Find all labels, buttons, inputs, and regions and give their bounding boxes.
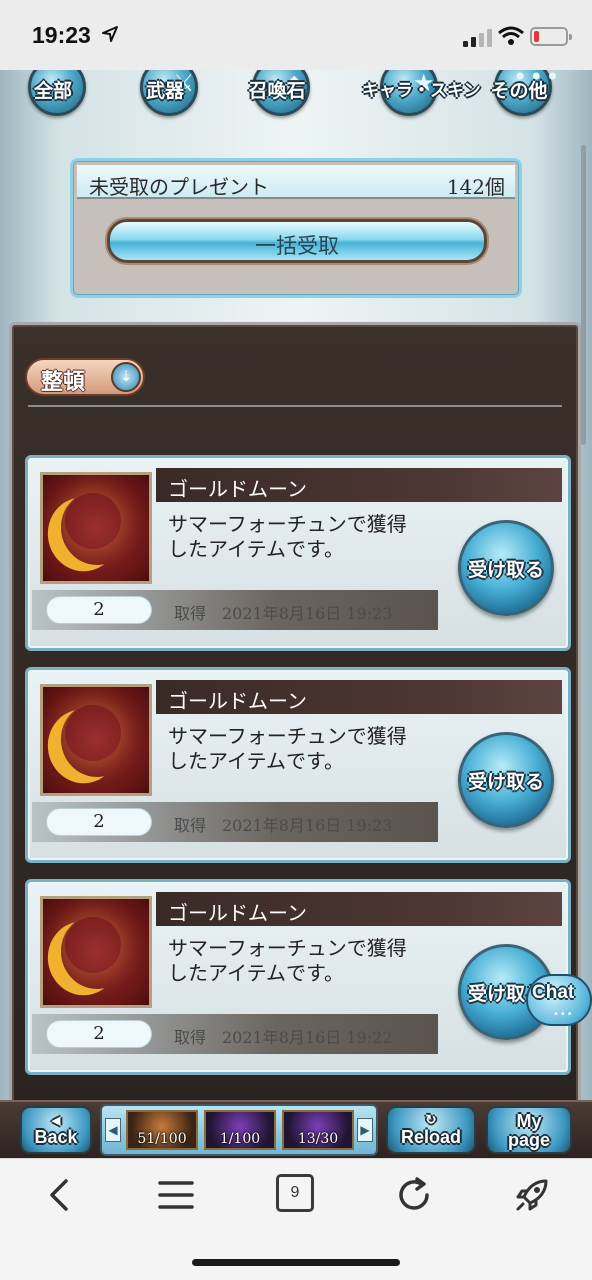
tab-all-label: 全部 xyxy=(33,80,72,102)
receive-button-label: 受け取る xyxy=(467,559,544,581)
chat-label: Chat xyxy=(532,982,575,1003)
browser-toolbar: 9 xyxy=(0,1158,592,1280)
unreceived-presents-box: 未受取のプレゼント 142個 一括受取 xyxy=(70,158,522,298)
gold-moon-icon xyxy=(40,472,152,584)
item-name-bar: ゴールドムーン xyxy=(156,680,562,714)
item-name: ゴールドムーン xyxy=(168,901,307,925)
item-quantity: 2 xyxy=(46,596,152,624)
tab-summon-stones-label: 召喚石 xyxy=(248,80,306,102)
item-description: サマーフォーチュンで獲得 したアイテムです。 xyxy=(168,936,458,986)
item-name: ゴールドムーン xyxy=(168,689,307,713)
bulk-receive-button[interactable]: 一括受取 xyxy=(107,219,487,263)
chevron-left-icon[interactable]: ◀ xyxy=(105,1118,121,1142)
back-icon[interactable] xyxy=(40,1175,80,1215)
tab-summon-stones[interactable]: ◆ 召喚石 xyxy=(234,70,320,124)
rocket-icon[interactable] xyxy=(512,1175,552,1215)
tab-others[interactable]: ••• その他 xyxy=(476,70,562,124)
item-strip: ◀ 51/100 1/100 13/30 ▶ xyxy=(100,1104,378,1156)
item-info-bar: 2 取得 2021年8月16日 19:22 xyxy=(32,1014,438,1054)
bulk-receive-label: 一括受取 xyxy=(255,234,339,258)
tab-character-skins[interactable]: ★ キャラ・スキン xyxy=(362,70,481,124)
tab-character-skins-label: キャラ・スキン xyxy=(362,81,481,101)
status-time: 19:23 xyxy=(32,22,91,48)
item-description: サマーフォーチュンで獲得 したアイテムです。 xyxy=(168,512,458,562)
battery-icon xyxy=(530,27,572,46)
item-quantity: 2 xyxy=(46,1020,152,1048)
item-description-line: サマーフォーチュンで獲得 xyxy=(168,936,407,960)
present-item: ゴールドムーン サマーフォーチュンで獲得 したアイテムです。 2 取得 2021… xyxy=(25,667,571,863)
item-slot[interactable]: 1/100 xyxy=(204,1110,276,1150)
item-description: サマーフォーチュンで獲得 したアイテムです。 xyxy=(168,724,458,774)
item-description-line: サマーフォーチュンで獲得 xyxy=(168,512,407,536)
sort-label: 整頓 xyxy=(41,370,86,395)
item-name: ゴールドムーン xyxy=(168,477,307,501)
receive-button[interactable]: 受け取る xyxy=(458,520,554,616)
location-arrow-icon xyxy=(102,26,118,42)
category-tabs: 全部 ⚔ 武器 ◆ 召喚石 ★ キャラ・スキン ••• その他 xyxy=(0,70,592,128)
present-list-panel: 整頓 ⇣ ゴールドムーン サマーフォーチュンで獲得 したアイテムです。 2 取得… xyxy=(9,322,581,1100)
tab-all[interactable]: 全部 xyxy=(10,70,96,124)
scrollbar[interactable] xyxy=(581,145,586,445)
signal-icon xyxy=(463,29,492,47)
chevron-right-icon[interactable]: ▶ xyxy=(357,1118,373,1142)
item-description-line: したアイテムです。 xyxy=(168,749,344,773)
present-item: ゴールドムーン サマーフォーチュンで獲得 したアイテムです。 2 取得 2021… xyxy=(25,455,571,651)
acquired-label: 取得 xyxy=(174,604,207,623)
back-button[interactable]: ◀ Back xyxy=(20,1106,92,1154)
item-slot-count: 13/30 xyxy=(297,1131,339,1147)
home-indicator[interactable] xyxy=(192,1259,400,1266)
acquired-label: 取得 xyxy=(174,816,207,835)
gold-moon-icon xyxy=(40,896,152,1008)
acquired-date: 2021年8月16日 19:23 xyxy=(222,816,393,835)
acquired-label: 取得 xyxy=(174,1028,207,1047)
game-bottom-nav: ◀ Back ◀ 51/100 1/100 13/30 ▶ ↻ Reload M… xyxy=(0,1100,592,1158)
receive-button-label: 受け取る xyxy=(467,771,544,793)
item-slot-count: 1/100 xyxy=(219,1131,261,1147)
reload-button[interactable]: ↻ Reload xyxy=(386,1106,476,1154)
item-info-bar: 2 取得 2021年8月16日 19:23 xyxy=(32,590,438,630)
item-slot[interactable]: 51/100 xyxy=(126,1110,198,1150)
back-label: Back xyxy=(34,1127,78,1147)
mypage-label-line1: My xyxy=(516,1111,542,1131)
item-slot[interactable]: 13/30 xyxy=(282,1110,354,1150)
item-description-line: したアイテムです。 xyxy=(168,961,344,985)
item-info-bar: 2 取得 2021年8月16日 19:23 xyxy=(32,802,438,842)
tab-others-label: その他 xyxy=(490,80,548,102)
item-name-bar: ゴールドムーン xyxy=(156,468,562,502)
present-count: 142個 xyxy=(446,175,505,199)
game-view: 全部 ⚔ 武器 ◆ 召喚石 ★ キャラ・スキン ••• その他 未受取のプレゼン… xyxy=(0,70,592,1100)
tab-weapons[interactable]: ⚔ 武器 xyxy=(122,70,208,124)
reload-label: Reload xyxy=(400,1127,461,1147)
chat-button[interactable]: Chat ••• xyxy=(526,974,592,1026)
item-quantity: 2 xyxy=(46,808,152,836)
present-header: 未受取のプレゼント 142個 xyxy=(77,165,515,199)
receive-button[interactable]: 受け取る xyxy=(458,732,554,828)
wifi-icon xyxy=(498,26,524,45)
mypage-label-line2: page xyxy=(507,1130,550,1150)
chevron-down-icon: ⇣ xyxy=(111,362,141,392)
divider xyxy=(28,405,562,407)
tab-weapons-label: 武器 xyxy=(145,80,184,102)
acquired-date: 2021年8月16日 19:23 xyxy=(222,604,393,623)
mypage-button[interactable]: My page xyxy=(486,1106,572,1154)
present-item: ゴールドムーン サマーフォーチュンで獲得 したアイテムです。 2 取得 2021… xyxy=(25,879,571,1075)
sort-button[interactable]: 整頓 ⇣ xyxy=(25,358,145,396)
present-title: 未受取のプレゼント xyxy=(89,175,269,199)
chat-dots-icon: ••• xyxy=(553,1009,574,1020)
item-description-line: サマーフォーチュンで獲得 xyxy=(168,724,407,748)
menu-icon[interactable] xyxy=(156,1175,196,1215)
acquired-date: 2021年8月16日 19:22 xyxy=(222,1028,393,1047)
tabs-button[interactable]: 9 xyxy=(276,1174,314,1212)
item-name-bar: ゴールドムーン xyxy=(156,892,562,926)
item-description-line: したアイテムです。 xyxy=(168,537,344,561)
reload-icon[interactable] xyxy=(394,1175,434,1215)
item-slot-count: 51/100 xyxy=(137,1131,187,1147)
gold-moon-icon xyxy=(40,684,152,796)
status-bar: 19:23 xyxy=(0,0,592,70)
